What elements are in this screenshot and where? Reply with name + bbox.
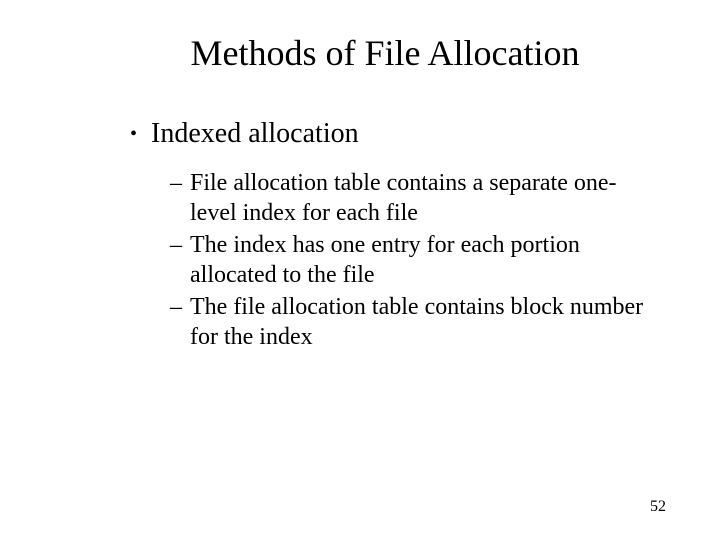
sub-bullet-item: – The index has one entry for each porti… — [170, 230, 660, 290]
page-number: 52 — [650, 498, 666, 516]
sub-bullet-list: – File allocation table contains a separ… — [130, 168, 660, 352]
sub-bullet-marker: – — [170, 292, 182, 322]
sub-bullet-text: The index has one entry for each portion… — [190, 230, 650, 290]
bullet-main: • Indexed allocation — [130, 118, 660, 150]
slide-content: • Indexed allocation – File allocation t… — [60, 118, 660, 352]
bullet-marker: • — [130, 118, 137, 150]
slide-container: Methods of File Allocation • Indexed all… — [0, 0, 720, 540]
sub-bullet-item: – File allocation table contains a separ… — [170, 168, 660, 228]
sub-bullet-marker: – — [170, 230, 182, 260]
slide-title: Methods of File Allocation — [60, 32, 660, 74]
sub-bullet-text: File allocation table contains a separat… — [190, 168, 650, 228]
sub-bullet-marker: – — [170, 168, 182, 198]
bullet-main-text: Indexed allocation — [151, 118, 359, 150]
sub-bullet-text: The file allocation table contains block… — [190, 292, 650, 352]
sub-bullet-item: – The file allocation table contains blo… — [170, 292, 660, 352]
